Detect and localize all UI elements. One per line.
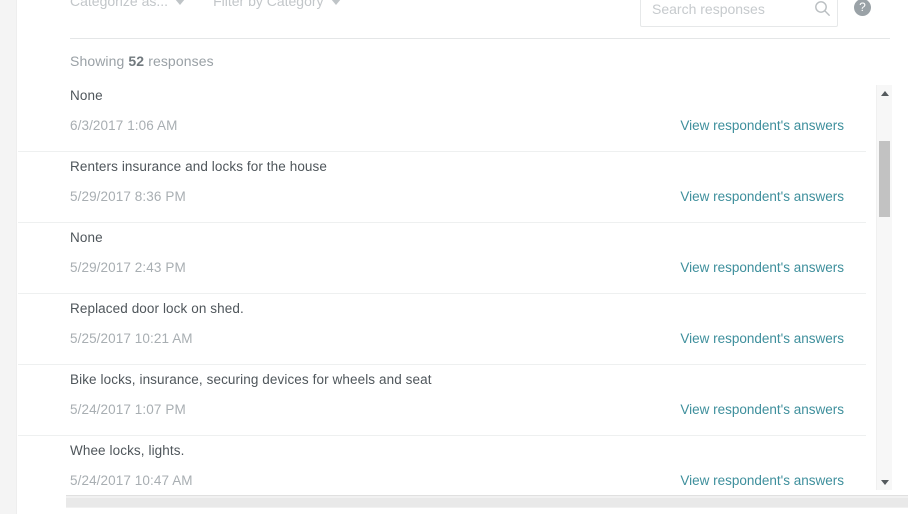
vertical-scrollbar[interactable] xyxy=(876,85,892,490)
view-respondent-answers-link[interactable]: View respondent's answers xyxy=(680,331,844,346)
scroll-down-arrow-icon[interactable] xyxy=(877,474,892,490)
response-text: Whee locks, lights. xyxy=(70,443,185,458)
vertical-scrollbar-thumb[interactable] xyxy=(879,141,890,217)
filter-by-category-label: Filter by Category xyxy=(213,0,324,9)
view-respondent-answers-link[interactable]: View respondent's answers xyxy=(680,118,844,133)
categorize-as-label: Categorize as... xyxy=(70,0,169,9)
response-list: None 6/3/2017 1:06 AM View respondent's an… xyxy=(18,81,908,492)
view-respondent-answers-link[interactable]: View respondent's answers xyxy=(680,260,844,275)
table-row: None 6/3/2017 1:06 AM View respondent's an… xyxy=(18,81,866,152)
response-timestamp: 6/3/2017 1:06 AM xyxy=(70,118,178,133)
horizontal-scrollbar[interactable] xyxy=(66,495,908,508)
triangle-down-icon xyxy=(880,479,889,485)
table-row: Bike locks, insurance, securing devices … xyxy=(18,365,866,436)
response-timestamp: 5/25/2017 10:21 AM xyxy=(70,331,193,346)
response-count: 52 xyxy=(128,53,145,69)
view-respondent-answers-link[interactable]: View respondent's answers xyxy=(680,402,844,417)
search-input[interactable] xyxy=(641,0,807,26)
search-icon[interactable] xyxy=(807,0,837,26)
responses-toolbar: Categorize as... Filter by Category ? xyxy=(18,0,908,39)
chevron-down-icon xyxy=(175,0,186,5)
response-text: None xyxy=(70,230,103,245)
filter-by-category-dropdown[interactable]: Filter by Category xyxy=(213,0,341,10)
response-timestamp: 5/24/2017 10:47 AM xyxy=(70,473,193,488)
response-timestamp: 5/29/2017 8:36 PM xyxy=(70,189,186,204)
response-text: Replaced door lock on shed. xyxy=(70,301,244,316)
showing-count-label: Showing 52 responses xyxy=(70,53,214,69)
view-respondent-answers-link[interactable]: View respondent's answers xyxy=(680,189,844,204)
showing-prefix: Showing xyxy=(70,53,125,69)
help-icon[interactable]: ? xyxy=(854,0,871,16)
showing-suffix: responses xyxy=(148,53,214,69)
scroll-up-arrow-icon[interactable] xyxy=(877,85,892,101)
triangle-up-icon xyxy=(880,90,889,96)
chevron-down-icon xyxy=(330,0,341,5)
search-box[interactable] xyxy=(640,0,838,27)
view-respondent-answers-link[interactable]: View respondent's answers xyxy=(680,473,844,488)
response-text: Renters insurance and locks for the hous… xyxy=(70,159,327,174)
results-area: Showing 52 responses None 6/3/2017 1:06 A… xyxy=(18,39,908,514)
response-text: Bike locks, insurance, securing devices … xyxy=(70,372,432,387)
response-list-panel: Categorize as... Filter by Category ? Sh… xyxy=(0,0,908,514)
table-row: Replaced door lock on shed. 5/25/2017 10:… xyxy=(18,294,866,365)
categorize-as-dropdown[interactable]: Categorize as... xyxy=(70,0,186,10)
horizontal-scrollbar-thumb[interactable] xyxy=(66,498,908,507)
response-timestamp: 5/24/2017 1:07 PM xyxy=(70,402,186,417)
table-row: Renters insurance and locks for the hous… xyxy=(18,152,866,223)
response-timestamp: 5/29/2017 2:43 PM xyxy=(70,260,186,275)
response-text: None xyxy=(70,88,103,103)
table-row: None 5/29/2017 2:43 PM View respondent's a… xyxy=(18,223,866,294)
left-gutter xyxy=(0,0,17,514)
toolbar-dropdown-group: Categorize as... Filter by Category xyxy=(70,0,341,10)
